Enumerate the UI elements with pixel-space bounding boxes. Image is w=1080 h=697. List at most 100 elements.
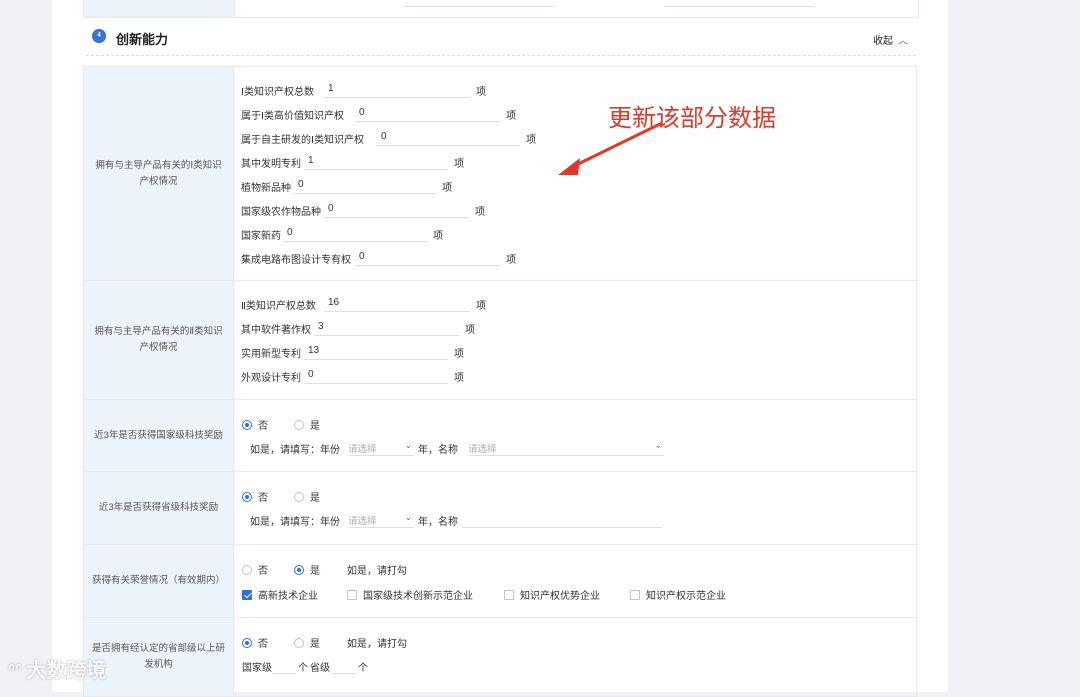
ip-field-underline (304, 359, 448, 360)
ip-field-underline (324, 97, 470, 98)
ip-field-unit: 项 (442, 183, 452, 194)
radio-no[interactable]: 否 (242, 635, 268, 650)
radio-no[interactable]: 否 (242, 489, 268, 504)
ip-field: 其中发明专利 1 项 (241, 155, 464, 170)
checkbox-high-tech[interactable]: 高新技术企业 (242, 587, 318, 602)
radio-unchecked-icon (294, 420, 304, 430)
radio-yes[interactable]: 是 (294, 417, 320, 432)
radio-no[interactable]: 否 (242, 417, 268, 432)
ip-field-unit: 项 (476, 87, 486, 98)
collapse-button[interactable]: 收起 ︿ (873, 32, 908, 47)
hint-text: 如是，请打勾 (347, 639, 407, 650)
row-label: 近3年是否获得省级科技奖励 (84, 472, 234, 544)
ip-field: 植物新品种 0 项 (241, 179, 452, 194)
provincial-label: 省级 (310, 663, 330, 674)
radio-no[interactable]: 否 (242, 562, 268, 577)
ip-field: 外观设计专利 0 项 (241, 369, 464, 384)
ip-field-input[interactable]: 1 (328, 83, 334, 94)
ip-field-label: 属于自主研发的Ⅰ类知识产权 (241, 135, 364, 146)
ip-field-input[interactable]: 0 (359, 107, 365, 118)
year-select[interactable]: 请选择 ⌄ (348, 440, 414, 456)
ip-field: Ⅱ类知识产权总数 16 项 (241, 297, 486, 312)
checkbox-checked-icon (242, 590, 252, 600)
ip-field: 其中软件著作权 3 项 (241, 321, 475, 336)
ip-field-underline (314, 335, 459, 336)
previous-input-underline[interactable] (664, 6, 814, 7)
checkbox-ip-advantage[interactable]: 知识产权优势企业 (504, 587, 600, 602)
ip-field-unit: 项 (465, 325, 475, 336)
radio-checked-icon (242, 638, 252, 648)
ip-field-underline (294, 193, 436, 194)
ip-field-unit: 项 (506, 111, 516, 122)
ip-field-underline (324, 311, 470, 312)
ip-field-label: Ⅰ类知识产权总数 (241, 87, 314, 98)
checkbox-unchecked-icon (347, 590, 357, 600)
ip-field-underline (377, 145, 520, 146)
previous-row-bottom (83, 0, 919, 18)
checkbox-unchecked-icon (504, 590, 514, 600)
row-label: 获得有关荣誉情况（有效期内） (84, 545, 234, 617)
ip-field-input[interactable]: 1 (308, 155, 314, 166)
row-label: 拥有与主导产品有关的Ⅱ类知识产权情况 (84, 281, 234, 399)
checkbox-label: 知识产权示范企业 (646, 591, 726, 602)
section-title: 创新能力 (116, 32, 169, 47)
ip-field-underline (283, 241, 427, 242)
ip-field-input[interactable]: 13 (308, 345, 319, 356)
provincial-count-input[interactable] (332, 659, 356, 674)
ip-field-unit: 项 (454, 159, 464, 170)
checkbox-ip-demo[interactable]: 知识产权示范企业 (630, 587, 726, 602)
national-count-input[interactable] (272, 659, 296, 674)
previous-input-underline[interactable] (404, 6, 554, 7)
ip-field-input[interactable]: 0 (298, 179, 304, 190)
ip-field-label: Ⅱ类知识产权总数 (241, 301, 316, 312)
ip-field-label: 集成电路布图设计专有权 (241, 255, 351, 266)
ip-class1-row: 拥有与主导产品有关的Ⅰ类知识产权情况 Ⅰ类知识产权总数 1 项属于Ⅰ类高价值知识产权… (83, 66, 917, 281)
year-select-placeholder: 请选择 (348, 444, 377, 455)
ip-field-unit: 项 (506, 255, 516, 266)
unit-text: 个 (298, 663, 308, 674)
ip-field-input[interactable]: 0 (287, 227, 293, 238)
national-label: 国家级 (242, 663, 272, 674)
row-label: 是否拥有经认定的省部级以上研发机构 (84, 618, 234, 696)
rd-institution-row: 是否拥有经认定的省部级以上研发机构 否 是 如是，请打勾 国家级 个 省级 个 (83, 617, 917, 697)
ip-field-label: 国家级农作物品种 (241, 207, 321, 218)
national-award-row: 近3年是否获得国家级科技奖励 否 是 如是，请填写：年份 请选择 ⌄ 年，名称 请… (83, 399, 917, 472)
radio-checked-icon (294, 565, 304, 575)
ip-field-input[interactable]: 0 (359, 251, 365, 262)
ip-field-input[interactable]: 16 (328, 297, 339, 308)
radio-yes[interactable]: 是 (294, 562, 320, 577)
checkbox-unchecked-icon (630, 590, 640, 600)
ip-field-unit: 项 (454, 349, 464, 360)
checkbox-label: 国家级技术创新示范企业 (363, 591, 473, 602)
radio-unchecked-icon (294, 638, 304, 648)
checkbox-label: 高新技术企业 (258, 591, 318, 602)
radio-unchecked-icon (294, 492, 304, 502)
ip-field-underline (355, 265, 500, 266)
ip-field-input[interactable]: 0 (381, 131, 387, 142)
name-select-placeholder: 请选择 (468, 444, 497, 455)
previous-row-label-cell (84, 0, 235, 17)
ip-field: 属于自主研发的Ⅰ类知识产权 0 项 (241, 131, 536, 146)
name-select[interactable]: 请选择 ⌄ (468, 440, 664, 456)
radio-label: 否 (258, 639, 268, 650)
radio-label: 是 (310, 566, 320, 577)
name-input[interactable] (462, 513, 662, 528)
checkbox-label: 知识产权优势企业 (520, 591, 600, 602)
ip-field-label: 其中软件著作权 (241, 325, 311, 336)
checkbox-national-innovation[interactable]: 国家级技术创新示范企业 (347, 587, 473, 602)
ip-field: 国家级农作物品种 0 项 (241, 203, 485, 218)
if-yes-text: 如是，请填写：年份 (250, 517, 340, 528)
radio-label: 是 (310, 493, 320, 504)
radio-yes[interactable]: 是 (294, 489, 320, 504)
radio-yes[interactable]: 是 (294, 635, 320, 650)
ip-field-input[interactable]: 3 (318, 321, 324, 332)
radio-checked-icon (242, 492, 252, 502)
row-label: 拥有与主导产品有关的Ⅰ类知识产权情况 (84, 67, 234, 280)
year-select[interactable]: 请选择 ⌄ (348, 512, 414, 528)
radio-label: 否 (258, 421, 268, 432)
ip-field-input[interactable]: 0 (328, 203, 334, 214)
ip-field: 实用新型专利 13 项 (241, 345, 464, 360)
ip-field-underline (324, 217, 469, 218)
radio-label: 否 (258, 493, 268, 504)
ip-field-input[interactable]: 0 (308, 369, 314, 380)
